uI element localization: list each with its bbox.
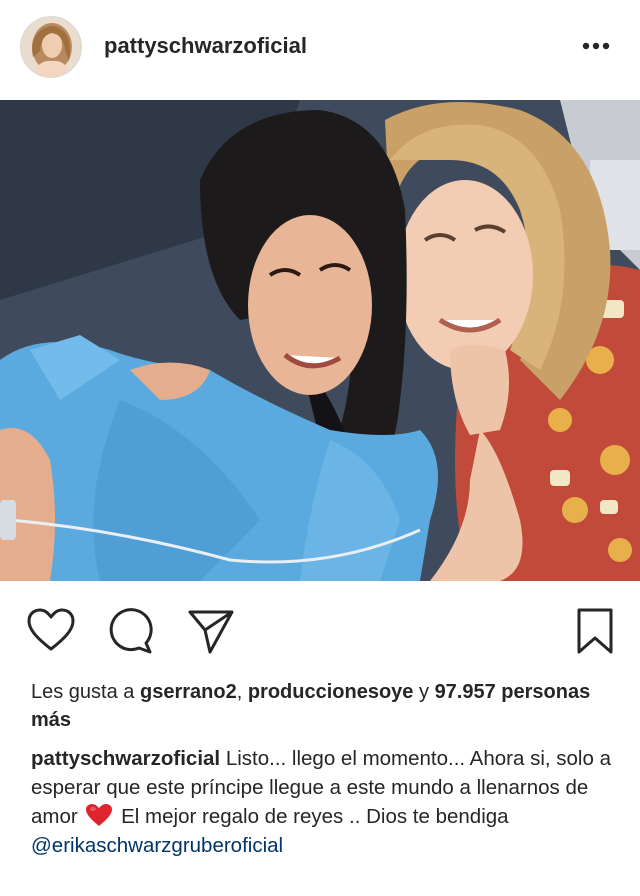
likes-conjunction: y (419, 681, 429, 703)
post-caption: pattyschwarzoficial Listo... llego el mo… (31, 744, 623, 860)
avatar[interactable] (20, 16, 82, 78)
liker-username[interactable]: gserrano2 (140, 681, 237, 703)
more-options-icon[interactable] (580, 34, 612, 58)
liker-username[interactable]: produccionesoye (248, 681, 414, 703)
comment-icon[interactable] (106, 606, 156, 656)
bookmark-icon[interactable] (570, 606, 620, 656)
caption-mention[interactable]: @erikaschwarzgruberoficial (31, 834, 283, 857)
red-heart-emoji (85, 803, 113, 827)
post-actions (0, 600, 640, 660)
post-username[interactable]: pattyschwarzoficial (104, 33, 307, 59)
heart-icon[interactable] (26, 606, 76, 656)
post-photo[interactable] (0, 100, 640, 581)
caption-text: El mejor regalo de reyes .. Dios te bend… (121, 805, 509, 828)
likes-count[interactable]: 97.957 (435, 681, 496, 703)
post-header: pattyschwarzoficial (0, 0, 640, 100)
likes-prefix: Les gusta a (31, 681, 135, 703)
send-icon[interactable] (186, 606, 236, 656)
caption-username[interactable]: pattyschwarzoficial (31, 747, 220, 770)
likes-separator: , (236, 681, 243, 703)
likes-summary: Les gusta a gserrano2, produccionesoye y… (31, 678, 621, 734)
